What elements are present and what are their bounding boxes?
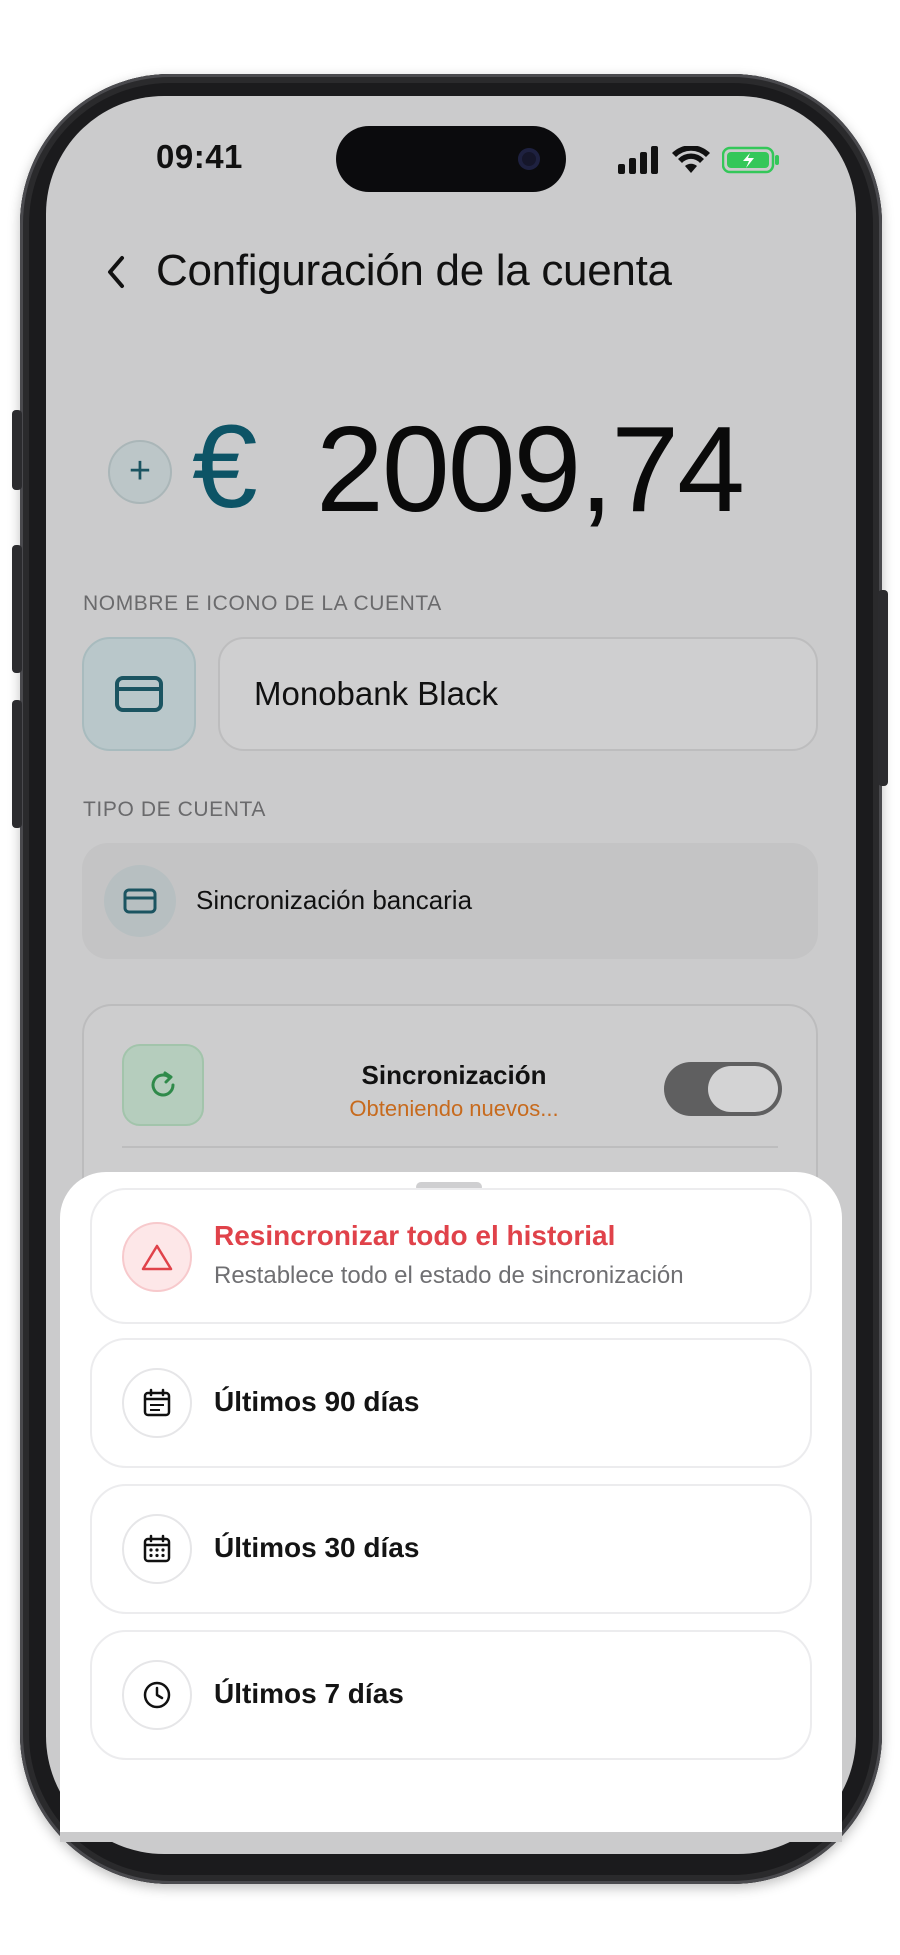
calendar-icon-badge [122,1368,192,1438]
camera-icon [518,148,540,170]
power-button [878,590,888,786]
option-label: Últimos 7 días [214,1678,404,1709]
wifi-icon [672,146,710,173]
account-name-section-label: NOMBRE E ICONO DE LA CUENTA [83,592,442,615]
divider [122,1146,778,1148]
option-label: Últimos 90 días [214,1386,420,1417]
account-type-label: Sincronización bancaria [196,885,473,915]
status-icons [618,140,780,180]
option-description: Restablece todo el estado de sincronizac… [214,1262,684,1289]
calendar-grid-icon [143,1534,171,1563]
currency-symbol: € [192,401,258,533]
dynamic-island [336,126,566,192]
volume-up-button [12,545,22,673]
battery-icon [722,146,779,174]
clock-icon [143,1681,171,1709]
signal-icon [618,146,658,174]
balance-amount[interactable]: 2009,74 [316,408,745,530]
resync-bottom-sheet: Resincronizar todo el historial Restable… [60,1172,842,1842]
warning-icon-badge [122,1222,192,1292]
account-type-section-label: TIPO DE CUENTA [83,798,267,821]
last-90-days-option[interactable]: Últimos 90 días [90,1338,812,1468]
clock-icon-badge [122,1660,192,1730]
page-title: Configuración de la cuenta [156,246,672,295]
calendar-grid-icon-badge [122,1514,192,1584]
account-type-row[interactable]: Sincronización bancaria [82,843,818,959]
volume-down-button [12,700,22,828]
toggle-knob [708,1066,778,1112]
credit-card-icon [123,888,157,914]
credit-card-icon [115,676,163,712]
calendar-icon [143,1388,171,1417]
account-icon-picker[interactable] [82,637,196,751]
warning-triangle-icon [141,1244,173,1271]
add-balance-button[interactable]: + [108,440,172,504]
silent-switch [12,410,22,490]
last-7-days-option[interactable]: Últimos 7 días [90,1630,812,1760]
sync-toggle[interactable] [664,1062,782,1116]
status-time: 09:41 [156,138,243,175]
resync-all-history-option[interactable]: Resincronizar todo el historial Restable… [90,1188,812,1324]
last-30-days-option[interactable]: Últimos 30 días [90,1484,812,1614]
account-name-input[interactable]: Monobank Black [218,637,818,751]
back-chevron-icon[interactable] [98,248,134,296]
account-name-value: Monobank Black [254,675,498,712]
account-type-icon-badge [104,865,176,937]
option-label: Resincronizar todo el historial [214,1220,616,1251]
sheet-bottom-edge [60,1832,842,1842]
option-label: Últimos 30 días [214,1532,420,1563]
